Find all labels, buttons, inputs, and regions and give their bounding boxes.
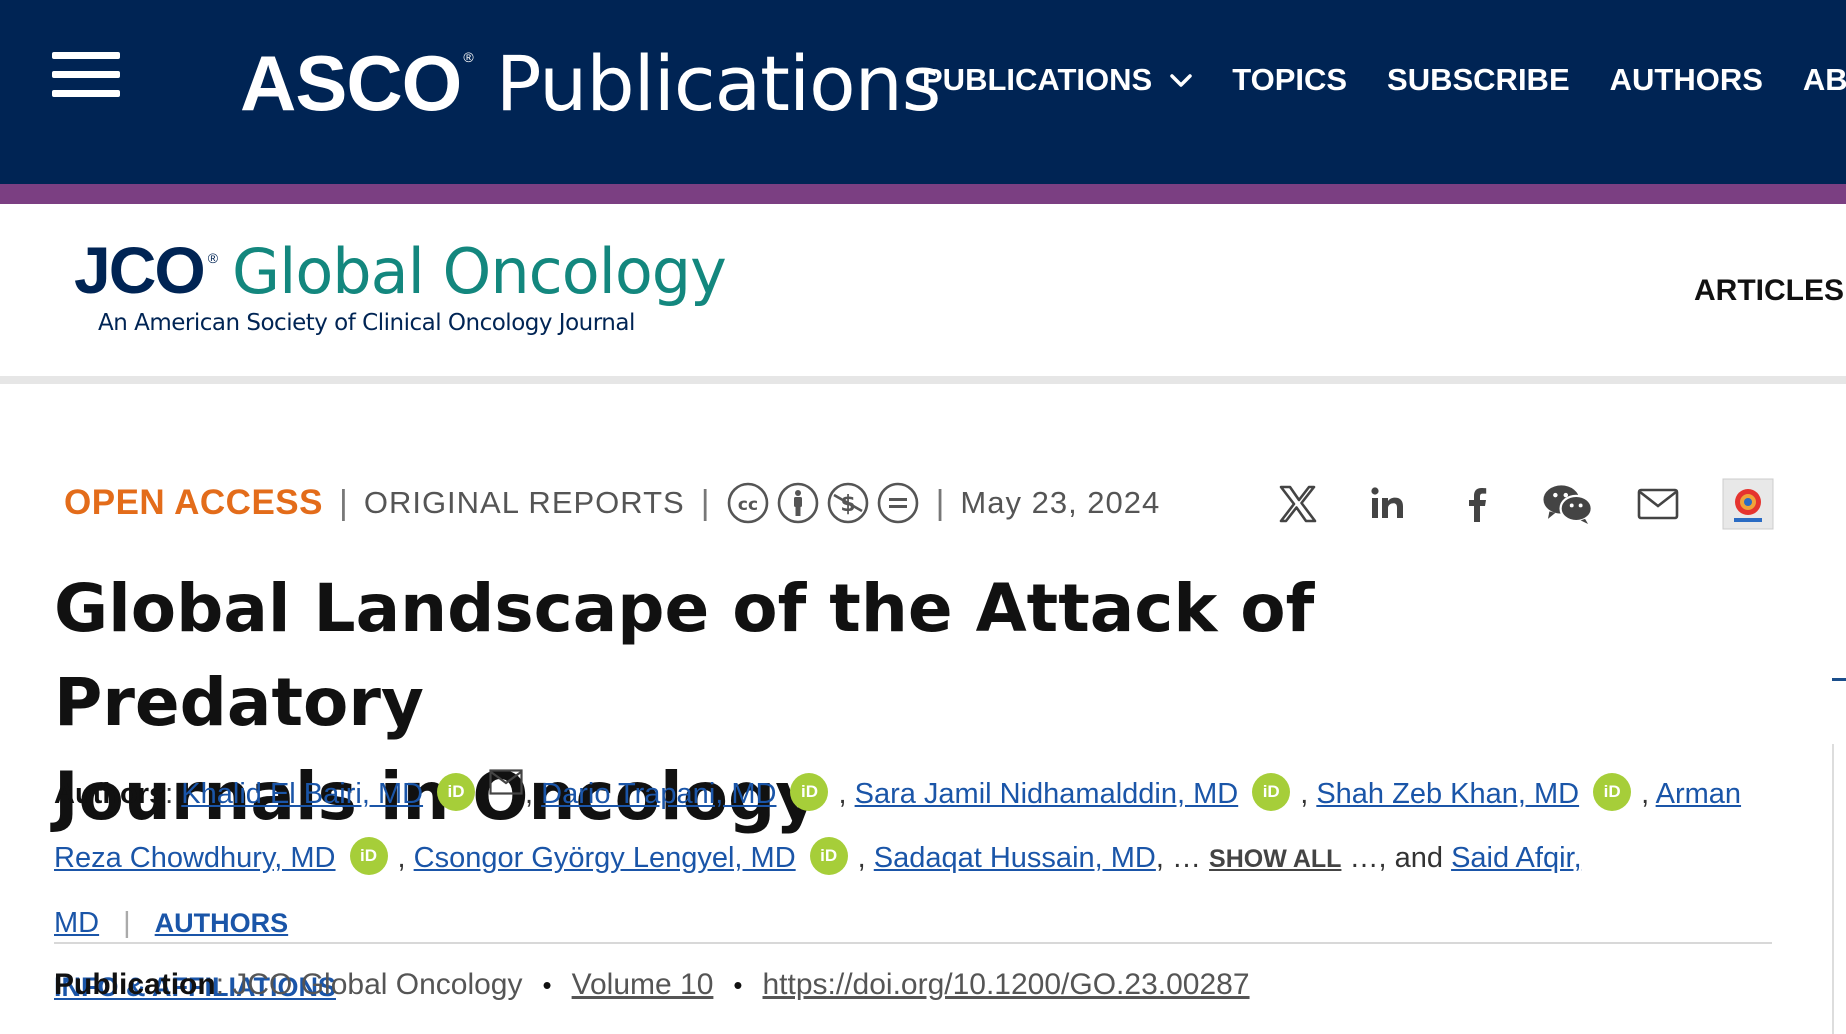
svg-text:$: $: [840, 492, 855, 517]
facebook-icon[interactable]: [1452, 478, 1504, 530]
journal-title: Global Oncology: [232, 235, 727, 308]
nav-subscribe[interactable]: SUBSCRIBE: [1387, 62, 1570, 98]
orcid-icon[interactable]: iD: [809, 837, 848, 875]
open-access-badge: OPEN ACCESS: [64, 483, 323, 522]
doi-link[interactable]: https://doi.org/10.1200/GO.23.00287: [763, 968, 1250, 1002]
articles-link[interactable]: ARTICLES: [1694, 274, 1844, 308]
author-ellipsis: …, and: [1341, 842, 1443, 874]
author-separator: ,: [857, 842, 866, 874]
publication-info: Publication : JCO Global Oncology • Volu…: [54, 968, 1250, 1002]
article-meta-row: OPEN ACCESS | ORIGINAL REPORTS | cc $ | …: [64, 480, 1160, 526]
main-nav: PUBLICATIONS TOPICS SUBSCRIBE AUTHORS AB…: [922, 62, 1846, 98]
jco-global-oncology-logo[interactable]: JCO ® Global Oncology An American Societ…: [74, 232, 727, 336]
chevron-down-icon: [1170, 74, 1192, 87]
show-all-authors-button[interactable]: SHOW ALL: [1209, 845, 1341, 873]
jco-registered-mark: ®: [207, 250, 219, 266]
brand-stripe: [0, 184, 1846, 204]
author-link[interactable]: Sara Jamil Nidhamalddin, MD: [855, 778, 1239, 810]
brand-publications: Publications: [495, 38, 942, 128]
journal-header: JCO ® Global Oncology An American Societ…: [0, 204, 1846, 384]
jco-mark: JCO: [74, 233, 206, 307]
publication-colon: :: [215, 968, 233, 1001]
journal-subtitle: An American Society of Clinical Oncology…: [98, 310, 635, 336]
side-panel-handle[interactable]: [1832, 678, 1846, 681]
orcid-icon[interactable]: iD: [1593, 773, 1632, 811]
meta-separator: |: [700, 483, 710, 522]
mendeley-icon[interactable]: [1722, 478, 1774, 530]
nav-authors[interactable]: AUTHORS: [1610, 62, 1763, 98]
hamburger-menu-icon[interactable]: [52, 52, 120, 98]
meta-separator: |: [338, 483, 348, 522]
author-link[interactable]: Sadaqat Hussain, MD: [874, 842, 1156, 874]
side-panel-border: [1832, 744, 1834, 1034]
author-ellipsis: , …: [1155, 842, 1201, 874]
orcid-icon[interactable]: iD: [437, 773, 476, 811]
authors-divider: [54, 942, 1772, 944]
bullet-separator: •: [733, 969, 743, 1000]
author-email-icon[interactable]: [489, 769, 523, 795]
orcid-icon[interactable]: iD: [1252, 773, 1291, 811]
author-link[interactable]: Arman: [1656, 778, 1741, 810]
author-separator: ,: [525, 778, 534, 810]
author-separator: ,: [1641, 778, 1650, 810]
orcid-icon[interactable]: iD: [790, 773, 829, 811]
affil-line-1: AUTHORS: [154, 908, 289, 938]
publication-label: Publication: [54, 968, 216, 1001]
email-icon[interactable]: [1632, 478, 1684, 530]
authors-colon: :: [165, 778, 182, 810]
nav-publications-label: PUBLICATIONS: [922, 62, 1153, 97]
article-title-line-1: Global Landscape of the Attack of Predat…: [54, 570, 1315, 741]
authors-bar-separator: |: [123, 907, 131, 939]
author-separator: ,: [1300, 778, 1309, 810]
author-separator: ,: [397, 842, 406, 874]
cc-icon: cc: [727, 482, 768, 524]
bullet-separator: •: [542, 969, 552, 1000]
noderivatives-icon: [877, 482, 918, 524]
nav-about[interactable]: ABOUT: [1803, 62, 1846, 98]
nav-publications[interactable]: PUBLICATIONS: [922, 62, 1192, 98]
publication-date: May 23, 2024: [960, 485, 1161, 520]
volume-link[interactable]: Volume 10: [572, 968, 714, 1002]
license-icons[interactable]: cc $: [726, 481, 920, 525]
author-link[interactable]: Khalid El Bairi, MD: [181, 778, 423, 810]
svg-text:cc: cc: [738, 495, 758, 515]
author-link[interactable]: Csongor György Lengyel, MD: [414, 842, 796, 874]
author-link[interactable]: Shah Zeb Khan, MD: [1316, 778, 1579, 810]
brand-registered-mark: ®: [463, 49, 474, 65]
attribution-icon: [777, 482, 818, 524]
publication-journal: JCO Global Oncology: [232, 968, 523, 1001]
asco-publications-logo[interactable]: ASCO ® Publications: [240, 28, 942, 138]
author-link[interactable]: Dario Trapani, MD: [541, 778, 776, 810]
noncommercial-icon: $: [827, 482, 868, 524]
brand-asco: ASCO: [240, 38, 462, 127]
orcid-icon[interactable]: iD: [349, 837, 388, 875]
nav-topics[interactable]: TOPICS: [1232, 62, 1347, 98]
x-icon[interactable]: [1272, 478, 1324, 530]
authors-label: Authors: [54, 778, 166, 810]
wechat-icon[interactable]: [1542, 478, 1594, 530]
share-toolbar: [1272, 474, 1774, 534]
author-separator: ,: [838, 778, 847, 810]
article-type[interactable]: ORIGINAL REPORTS: [364, 485, 685, 521]
meta-separator: |: [935, 483, 945, 522]
top-navigation-bar: ASCO ® Publications PUBLICATIONS TOPICS …: [0, 0, 1846, 184]
linkedin-icon[interactable]: [1362, 478, 1414, 530]
author-link[interactable]: Reza Chowdhury, MD: [54, 842, 336, 874]
